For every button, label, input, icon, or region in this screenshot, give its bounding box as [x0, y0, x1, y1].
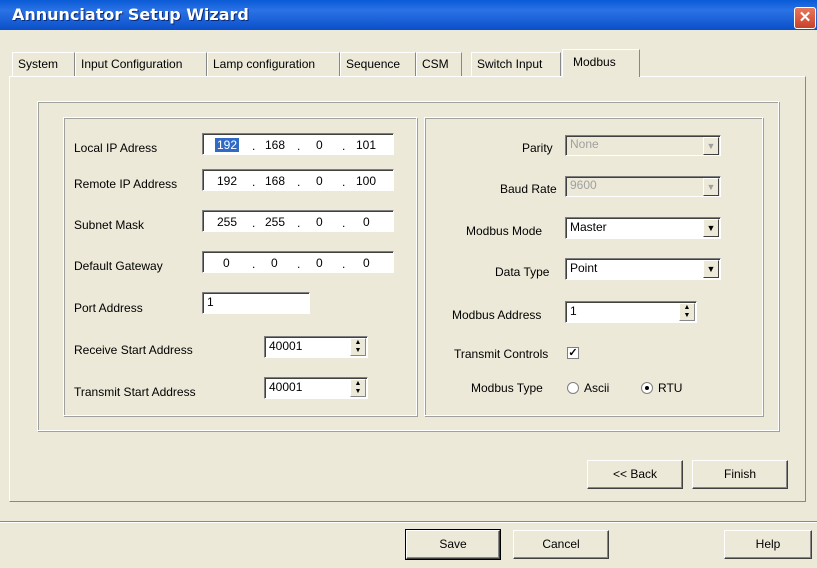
modbus-address-value: 1 [570, 304, 577, 318]
spin-down-icon[interactable]: ▼ [684, 312, 691, 319]
transmit-start-label: Transmit Start Address [74, 385, 196, 399]
ip-dot: . [297, 257, 301, 271]
tab-switch-input[interactable]: Switch Input [471, 52, 561, 76]
default-gateway-field[interactable]: 0 . 0 . 0 . 0 [202, 251, 394, 273]
remote-ip-octet-1: 192 [217, 174, 238, 188]
transmit-start-value: 40001 [269, 380, 303, 394]
ip-dot: . [252, 175, 256, 189]
finish-button[interactable]: Finish [692, 460, 788, 489]
receive-start-value: 40001 [269, 339, 303, 353]
subnet-octet-1: 255 [217, 215, 238, 229]
subnet-octet-4: 0 [363, 215, 370, 229]
chevron-down-icon[interactable]: ▼ [703, 219, 719, 237]
transmit-controls-checkbox[interactable]: ✓ [567, 347, 579, 359]
chevron-down-icon[interactable]: ▼ [703, 260, 719, 278]
gateway-octet-2: 0 [271, 256, 278, 270]
ip-dot: . [252, 139, 256, 153]
gateway-octet-1: 0 [223, 256, 230, 270]
back-button[interactable]: << Back [587, 460, 683, 489]
ip-dot: . [342, 257, 346, 271]
transmit-controls-label: Transmit Controls [454, 347, 549, 361]
modbus-mode-label: Modbus Mode [466, 224, 543, 238]
spin-down-icon[interactable]: ▼ [355, 388, 362, 395]
remote-ip-octet-3: 0 [316, 174, 323, 188]
cancel-button[interactable]: Cancel [513, 530, 609, 559]
spin-buttons[interactable]: ▲ ▼ [350, 338, 366, 356]
local-ip-field[interactable]: 192 . 168 . 0 . 101 [202, 133, 394, 155]
local-ip-label: Local IP Adress [74, 141, 158, 155]
modbus-mode-select[interactable]: Master ▼ [565, 217, 721, 239]
ip-dot: . [342, 175, 346, 189]
spin-buttons[interactable]: ▲ ▼ [350, 379, 366, 397]
tab-lamp-configuration[interactable]: Lamp configuration [207, 52, 340, 76]
default-gateway-label: Default Gateway [74, 259, 163, 273]
tab-sequence[interactable]: Sequence [340, 52, 416, 76]
chevron-down-icon[interactable]: ▼ [703, 137, 719, 155]
radio-rtu-label[interactable]: RTU [658, 381, 682, 395]
help-button[interactable]: Help [724, 530, 812, 559]
tab-modbus[interactable]: Modbus [562, 49, 640, 77]
subnet-mask-field[interactable]: 255 . 255 . 0 . 0 [202, 210, 394, 232]
modbus-type-label: Modbus Type [471, 381, 543, 395]
modbus-mode-value: Master [570, 220, 607, 234]
close-button[interactable]: ✕ [794, 7, 816, 29]
parity-select[interactable]: None ▼ [565, 135, 721, 156]
separator [0, 521, 817, 523]
port-address-input[interactable]: 1 [202, 292, 310, 314]
spin-down-icon[interactable]: ▼ [355, 347, 362, 354]
tab-input-configuration[interactable]: Input Configuration [75, 52, 207, 76]
spin-up-icon[interactable]: ▲ [355, 339, 362, 346]
local-ip-octet-4: 101 [356, 138, 377, 152]
radio-rtu[interactable] [641, 382, 653, 394]
ip-dot: . [342, 216, 346, 230]
data-type-value: Point [570, 261, 598, 275]
gateway-octet-3: 0 [316, 256, 323, 270]
save-button[interactable]: Save [405, 529, 501, 560]
ip-dot: . [342, 139, 346, 153]
radio-ascii[interactable] [567, 382, 579, 394]
baud-rate-select[interactable]: 9600 ▼ [565, 176, 721, 197]
receive-start-label: Receive Start Address [74, 343, 193, 357]
subnet-octet-2: 255 [265, 215, 286, 229]
baud-rate-label: Baud Rate [500, 182, 557, 196]
ip-dot: . [252, 257, 256, 271]
window-title: Annunciator Setup Wizard [12, 5, 249, 24]
remote-ip-octet-4: 100 [356, 174, 377, 188]
ip-dot: . [297, 175, 301, 189]
spin-up-icon[interactable]: ▲ [684, 304, 691, 311]
tab-csm[interactable]: CSM [416, 52, 462, 76]
chevron-down-icon[interactable]: ▼ [703, 178, 719, 196]
transmit-start-spinner[interactable]: 40001 ▲ ▼ [264, 377, 368, 399]
local-ip-octet-3: 0 [316, 138, 323, 152]
data-type-select[interactable]: Point ▼ [565, 258, 721, 280]
ip-dot: . [252, 216, 256, 230]
local-ip-octet-2: 168 [265, 138, 286, 152]
subnet-octet-3: 0 [316, 215, 323, 229]
local-ip-octet-1: 192 [215, 138, 240, 152]
receive-start-spinner[interactable]: 40001 ▲ ▼ [264, 336, 368, 358]
parity-label: Parity [522, 141, 553, 155]
tab-system[interactable]: System [12, 52, 75, 76]
parity-value: None [570, 137, 599, 151]
remote-ip-label: Remote IP Address [74, 177, 178, 191]
ip-dot: . [297, 216, 301, 230]
ip-dot: . [297, 139, 301, 153]
port-address-label: Port Address [74, 301, 143, 315]
data-type-label: Data Type [495, 265, 550, 279]
gateway-octet-4: 0 [363, 256, 370, 270]
spin-up-icon[interactable]: ▲ [355, 380, 362, 387]
remote-ip-field[interactable]: 192 . 168 . 0 . 100 [202, 169, 394, 191]
baud-rate-value: 9600 [570, 178, 597, 192]
remote-ip-octet-2: 168 [265, 174, 286, 188]
modbus-address-spinner[interactable]: 1 ▲ ▼ [565, 301, 697, 323]
subnet-mask-label: Subnet Mask [74, 218, 145, 232]
modbus-address-label: Modbus Address [452, 308, 542, 322]
spin-buttons[interactable]: ▲ ▼ [679, 303, 695, 321]
radio-ascii-label[interactable]: Ascii [584, 381, 609, 395]
